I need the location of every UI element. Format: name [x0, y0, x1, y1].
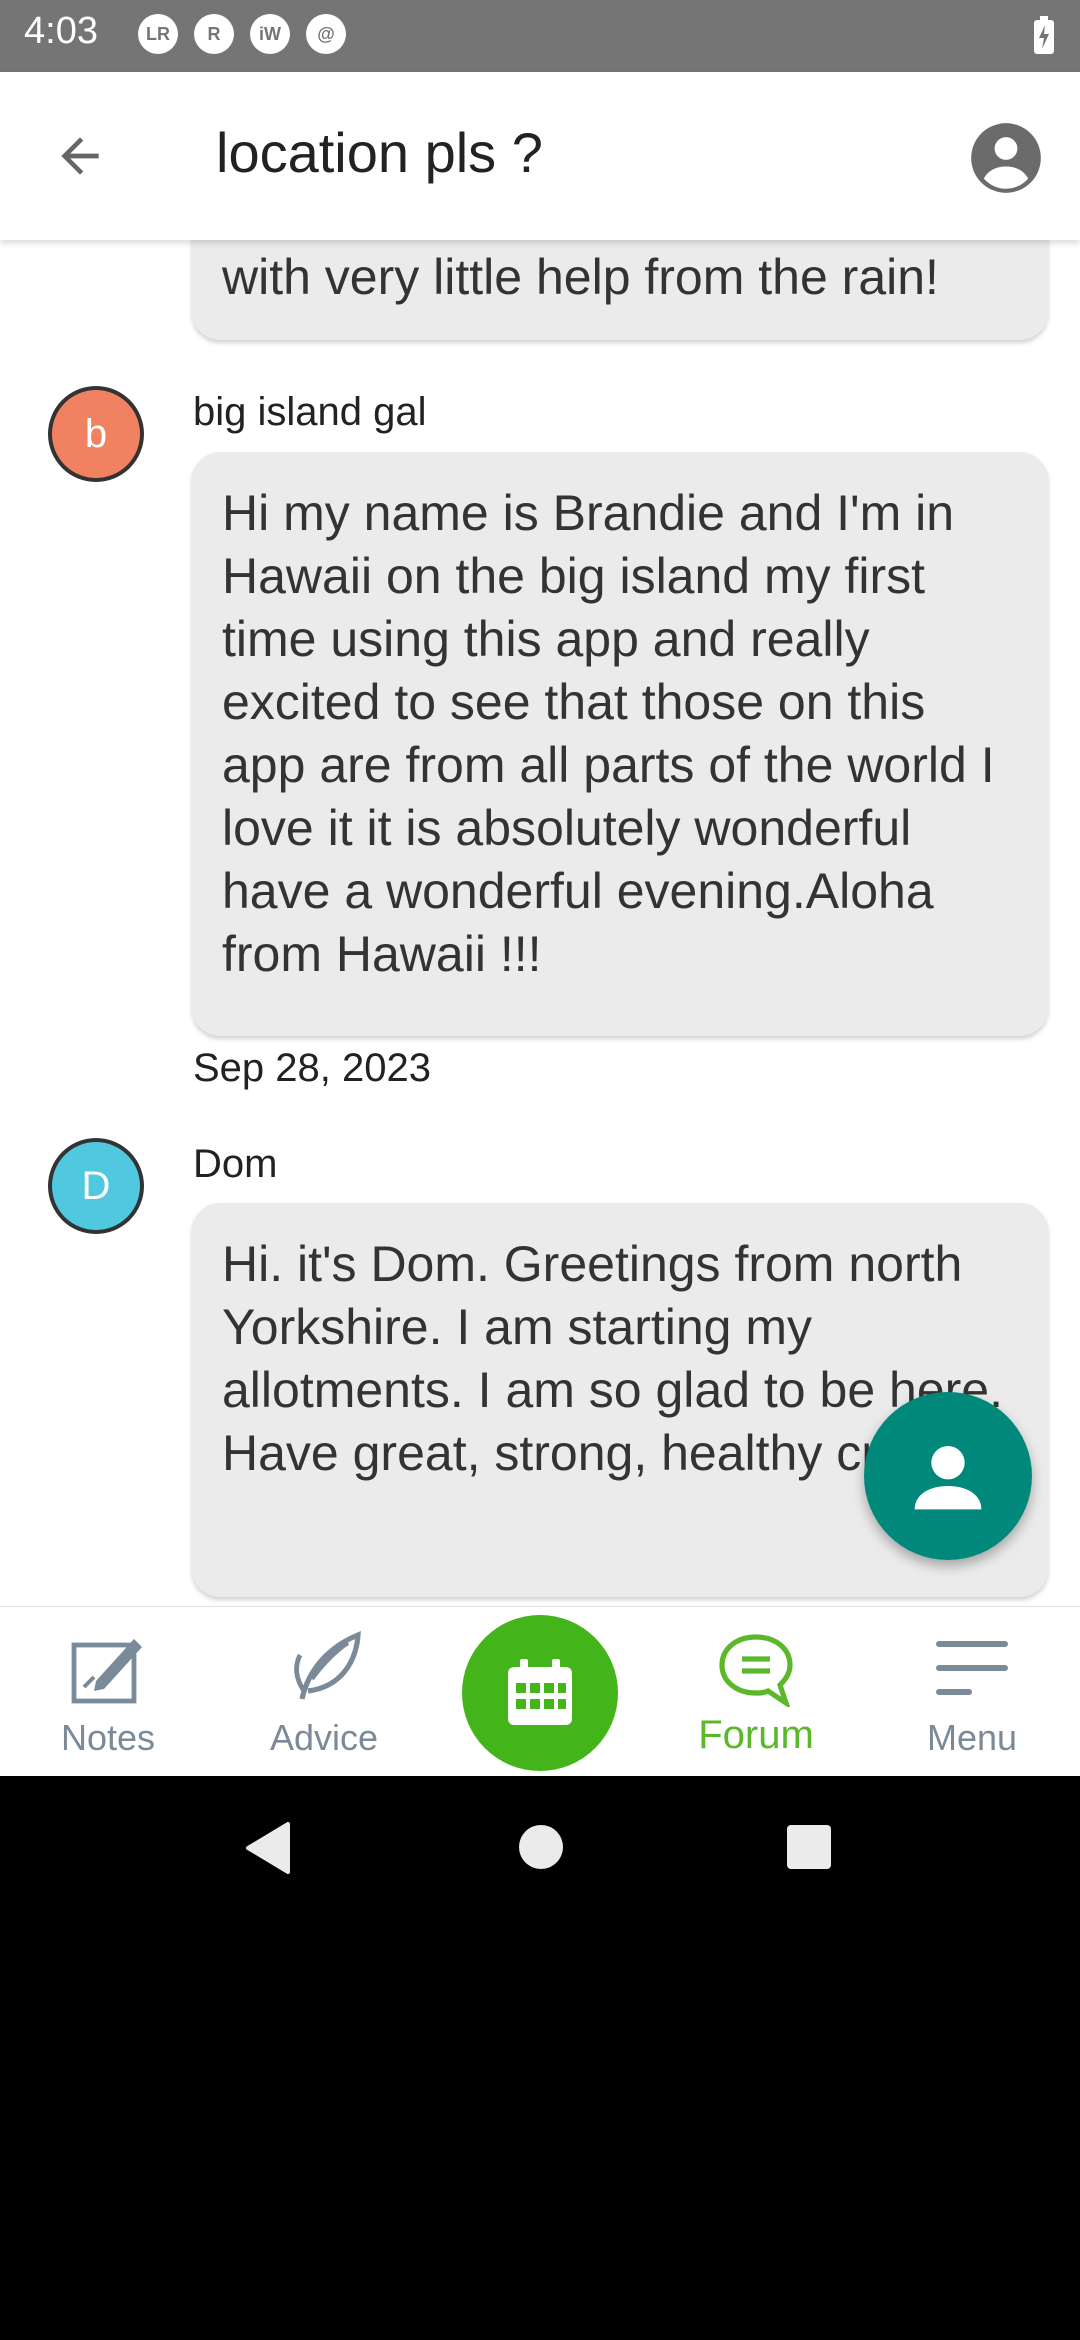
system-back-icon[interactable] — [244, 1822, 292, 1874]
avatar-letter: D — [81, 1163, 111, 1208]
avatar[interactable]: b — [48, 386, 144, 482]
notification-icon: LR — [138, 14, 178, 54]
app-bar: location pls ? — [0, 72, 1080, 240]
notification-icon: @ — [306, 14, 346, 54]
status-time: 4:03 — [24, 10, 98, 52]
nav-label-forum: Forum — [698, 1713, 814, 1757]
person-icon — [914, 1446, 982, 1510]
forum-chat-icon — [716, 1629, 796, 1709]
post-text: Hi my name is Brandie and I'm in Hawaii … — [222, 485, 995, 982]
nav-label-notes: Notes — [60, 1717, 156, 1758]
nav-item-notes[interactable]: Notes — [0, 1607, 216, 1777]
avatar-letter: b — [84, 411, 108, 456]
leaf-icon — [284, 1629, 364, 1709]
status-bar: 4:03 LR R iW @ — [0, 0, 1080, 72]
profile-button[interactable] — [968, 120, 1044, 196]
system-navigation-bar — [0, 1776, 1080, 1916]
arrow-left-icon — [61, 137, 99, 175]
nav-item-advice[interactable]: Advice — [216, 1607, 432, 1777]
menu-icon — [932, 1629, 1012, 1709]
nav-item-menu[interactable]: Menu — [864, 1607, 1080, 1777]
battery-charging-icon — [1034, 16, 1054, 54]
system-home-icon[interactable] — [518, 1824, 564, 1870]
calendar-icon — [508, 1659, 572, 1725]
profile-fab-button[interactable] — [864, 1392, 1032, 1560]
back-button[interactable] — [40, 116, 120, 196]
avatar[interactable]: D — [48, 1138, 144, 1234]
bottom-navigation: Notes Advice Forum Menu — [0, 1606, 1080, 1777]
nav-label-menu: Menu — [926, 1717, 1018, 1758]
post-author: Dom — [193, 1142, 278, 1186]
post-author: big island gal — [193, 390, 427, 434]
post-date: Sep 28, 2023 — [193, 1046, 431, 1090]
nav-item-forum[interactable]: Forum — [648, 1607, 864, 1777]
calendar-button[interactable] — [462, 1615, 618, 1771]
system-recents-icon[interactable] — [786, 1824, 832, 1870]
notification-icon: iW — [250, 14, 290, 54]
notes-icon — [68, 1629, 148, 1709]
post-text: with very little help from the rain! — [222, 249, 939, 305]
post-bubble: with very little help from the rain! — [192, 240, 1048, 340]
page-title: location pls ? — [216, 121, 543, 184]
nav-label-advice: Advice — [269, 1717, 379, 1758]
post-bubble: Hi my name is Brandie and I'm in Hawaii … — [192, 452, 1048, 1036]
account-circle-icon — [971, 123, 1041, 193]
notification-icon: R — [194, 14, 234, 54]
notification-icons: LR R iW @ — [138, 14, 346, 58]
